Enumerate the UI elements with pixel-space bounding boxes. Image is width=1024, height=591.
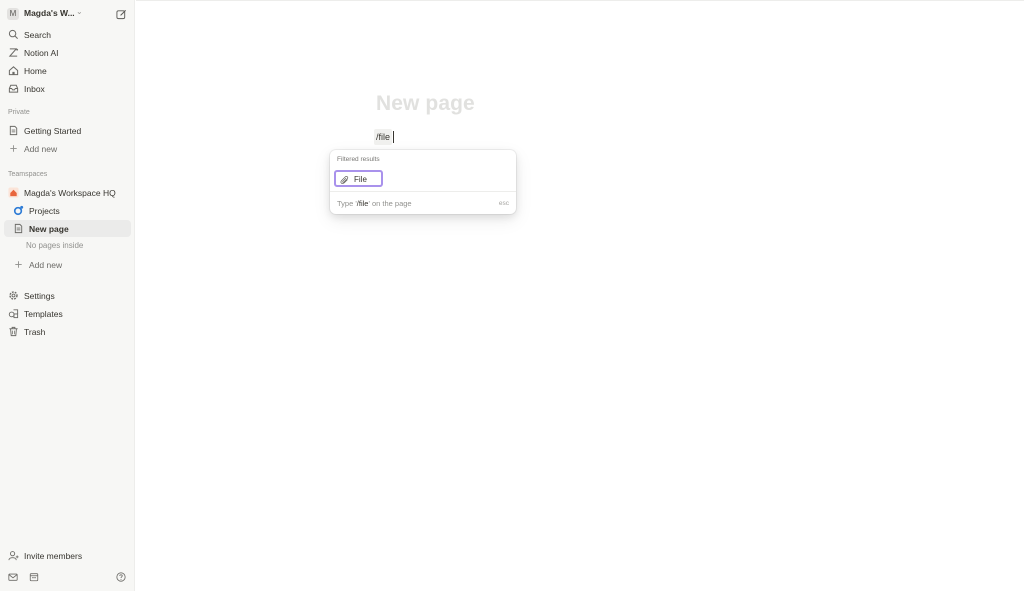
menu-divider [330,191,516,192]
paperclip-icon [340,175,349,184]
page-icon [14,223,23,234]
sidebar-item-teamspace-add-new[interactable]: Add new [4,256,131,273]
templates-icon [8,309,19,319]
sidebar-item-new-page[interactable]: New page [4,220,131,237]
sidebar-item-invite-members[interactable]: Invite members [4,547,131,564]
plus-icon [15,261,22,268]
page-title-placeholder[interactable]: New page [376,92,475,116]
sidebar-item-search[interactable]: Search [4,26,131,43]
sidebar: M Magda's W... ⌄ Search Notion AI Home I… [0,0,135,591]
sidebar-item-trash[interactable]: Trash [4,323,131,340]
workspace-avatar: M [7,8,19,20]
chevron-down-icon: ⌄ [76,7,83,16]
menu-item-label: File [354,175,367,184]
section-label-teamspaces: Teamspaces [8,171,48,178]
sidebar-item-notion-ai[interactable]: Notion AI [4,44,131,61]
projects-icon [13,205,24,216]
text-cursor [393,131,394,143]
menu-footer-suffix: ' on the page [368,199,412,208]
home-icon [8,66,19,76]
slash-command-menu: Filtered results File Type '/file' on th… [330,150,516,214]
slash-command-input[interactable]: /file [374,129,393,145]
sidebar-item-label: Notion AI [24,47,59,58]
mail-icon[interactable] [8,572,18,582]
sidebar-item-label: Add new [29,259,63,270]
workspace-switcher[interactable]: M Magda's W... ⌄ [0,3,135,23]
new-page-icon[interactable] [116,9,127,20]
menu-footer-keyword: /file [356,199,369,208]
notion-ai-icon [8,48,19,57]
sidebar-item-getting-started[interactable]: Getting Started [4,122,131,139]
sidebar-item-home[interactable]: Home [4,62,131,79]
page-icon [9,125,18,136]
inbox-icon [8,84,19,93]
esc-hint: esc [498,200,509,207]
menu-footer-hint: Type '/file' on the page [337,199,412,208]
calendar-icon[interactable] [29,572,39,582]
sidebar-item-label: Add new [24,143,58,154]
menu-header: Filtered results [337,156,380,163]
sidebar-item-projects[interactable]: Projects [4,202,131,219]
sidebar-item-label: Templates [24,308,63,319]
section-label-private: Private [8,109,30,116]
sidebar-item-label: Home [24,65,47,76]
sidebar-item-label: Inbox [24,83,45,94]
trash-icon [9,326,18,337]
no-pages-note: No pages inside [26,241,84,250]
sidebar-item-private-add-new[interactable]: Add new [4,140,131,157]
workspace-name: Magda's W... [24,8,75,18]
sidebar-item-label: Settings [24,290,55,301]
menu-footer-prefix: Type ' [337,199,357,208]
help-icon[interactable] [116,572,126,582]
sidebar-item-label: Trash [24,326,46,337]
gear-icon [9,291,18,300]
sidebar-item-settings[interactable]: Settings [4,287,131,304]
sidebar-item-label: Getting Started [24,125,82,136]
plus-icon [10,145,17,152]
sidebar-item-inbox[interactable]: Inbox [4,80,131,97]
sidebar-item-label: Magda's Workspace HQ [24,187,116,198]
sidebar-item-templates[interactable]: Templates [4,305,131,322]
sidebar-item-label: New page [29,223,69,234]
invite-icon [8,551,19,561]
sidebar-item-workspace-hq[interactable]: Magda's Workspace HQ [4,184,131,201]
sidebar-item-label: Search [24,29,51,40]
search-icon [8,29,18,39]
main-top-border [136,0,1024,1]
teamspace-home-icon [8,187,19,198]
menu-item-file[interactable]: File [334,170,383,187]
sidebar-item-label: Invite members [24,550,83,561]
sidebar-item-label: Projects [29,205,60,216]
